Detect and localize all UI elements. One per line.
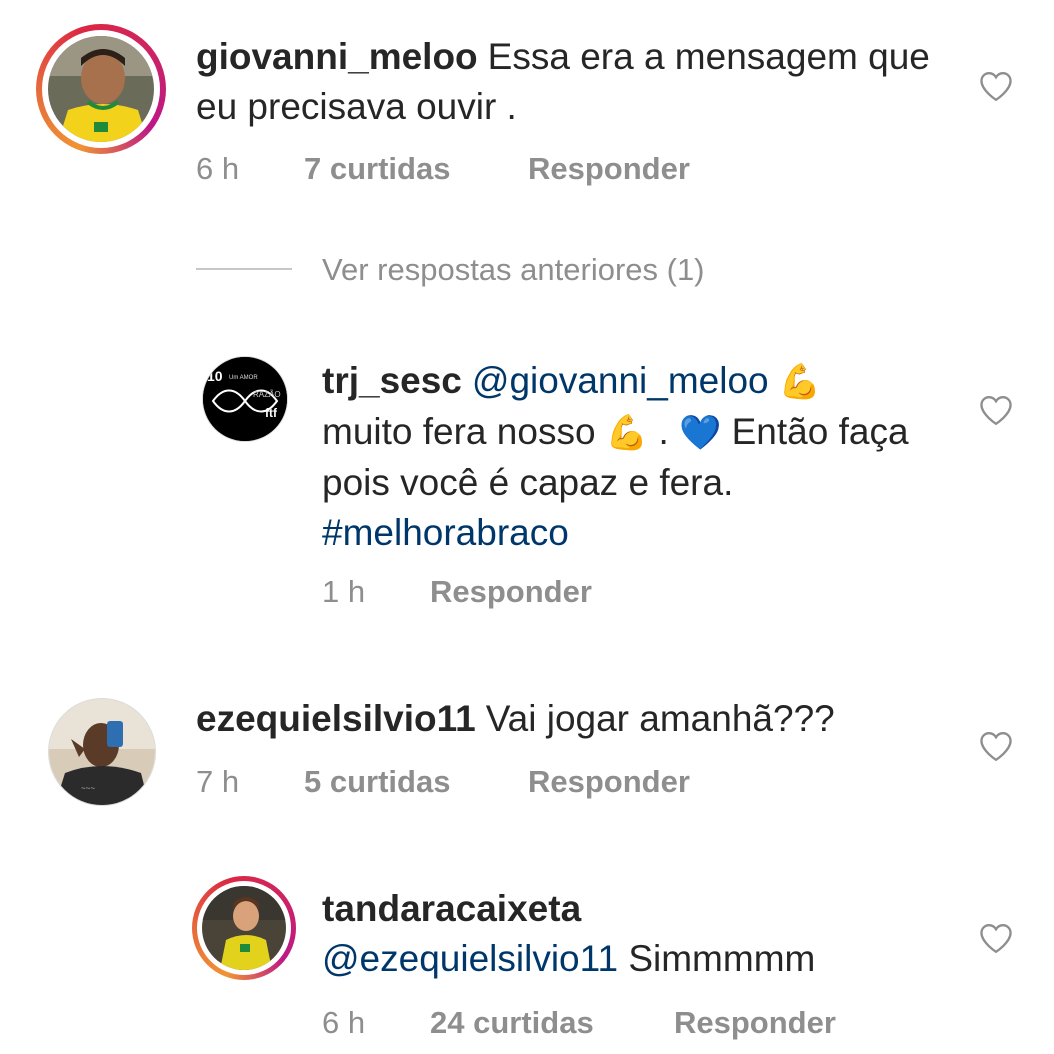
avatar[interactable] (202, 886, 286, 970)
reply-button[interactable]: Responder (674, 1005, 836, 1041)
mention-link[interactable]: @giovanni_meloo (472, 360, 769, 401)
comment-username[interactable]: giovanni_meloo (196, 36, 478, 77)
likes-count[interactable]: 24 curtidas (430, 1005, 674, 1041)
comment-meta: 6 h 24 curtidas Responder (322, 1005, 836, 1041)
heart-outline-icon[interactable] (978, 730, 1014, 762)
comment-username[interactable]: trj_sesc (322, 360, 462, 401)
likes-count[interactable]: 5 curtidas (304, 764, 528, 800)
svg-text:~~~: ~~~ (81, 784, 95, 793)
comment-text: tandaracaixeta @ezequielsilvio11 Simmmmm (322, 884, 942, 984)
hashtag-link[interactable]: #melhorabraco (322, 512, 569, 553)
comment-username[interactable]: tandaracaixeta (322, 888, 581, 929)
comment-text: ezequielsilvio11 Vai jogar amanhã??? (196, 694, 956, 744)
comment-text: giovanni_meloo Essa era a mensagem que eu… (196, 32, 956, 132)
avatar[interactable]: ~~~ (48, 698, 156, 806)
reply-button[interactable]: Responder (528, 151, 690, 187)
comment-time: 1 h (322, 574, 366, 609)
comment-time: 6 h (322, 1005, 366, 1040)
comment-username[interactable]: ezequielsilvio11 (196, 698, 476, 739)
heart-outline-icon[interactable] (978, 70, 1014, 102)
svg-text:RAZÃO: RAZÃO (253, 390, 281, 399)
likes-count[interactable]: 7 curtidas (304, 151, 528, 187)
reply-button[interactable]: Responder (528, 764, 690, 800)
comment-body-punct: . (658, 411, 669, 452)
story-ring[interactable] (192, 876, 296, 980)
flexed-biceps-icon: 💪 (605, 414, 649, 452)
svg-text:ftf: ftf (265, 406, 278, 420)
comment-body: muito fera nosso (322, 411, 596, 452)
avatar[interactable] (48, 36, 154, 142)
view-replies-label[interactable]: Ver respostas anteriores (1) (322, 252, 705, 287)
heart-outline-icon[interactable] (978, 922, 1014, 954)
story-ring[interactable] (36, 24, 166, 154)
svg-text:Um AMOR: Um AMOR (229, 375, 258, 381)
blue-heart-icon: 💙 (679, 414, 722, 452)
comment-meta: 1 h Responder (322, 574, 592, 610)
mention-link[interactable]: @ezequielsilvio11 (322, 938, 618, 979)
flexed-biceps-icon: 💪 (778, 363, 822, 401)
svg-text:10: 10 (207, 368, 223, 384)
comment-time: 7 h (196, 764, 240, 799)
comment-meta: 7 h 5 curtidas Responder (196, 764, 690, 800)
heart-outline-icon[interactable] (978, 394, 1014, 426)
reply-button[interactable]: Responder (430, 574, 592, 610)
avatar[interactable]: 10 Um AMOR RAZÃO ftf (202, 356, 288, 442)
divider-line (196, 267, 292, 270)
comment-body: Simmmmm (628, 938, 816, 979)
comment-meta: 6 h 7 curtidas Responder (196, 151, 690, 187)
comment-body: Vai jogar amanhã??? (485, 698, 835, 739)
comment-time: 6 h (196, 151, 240, 186)
view-previous-replies[interactable]: Ver respostas anteriores (1) (196, 252, 705, 292)
comment-text: trj_sesc @giovanni_meloo 💪 muito fera nos… (322, 356, 922, 558)
